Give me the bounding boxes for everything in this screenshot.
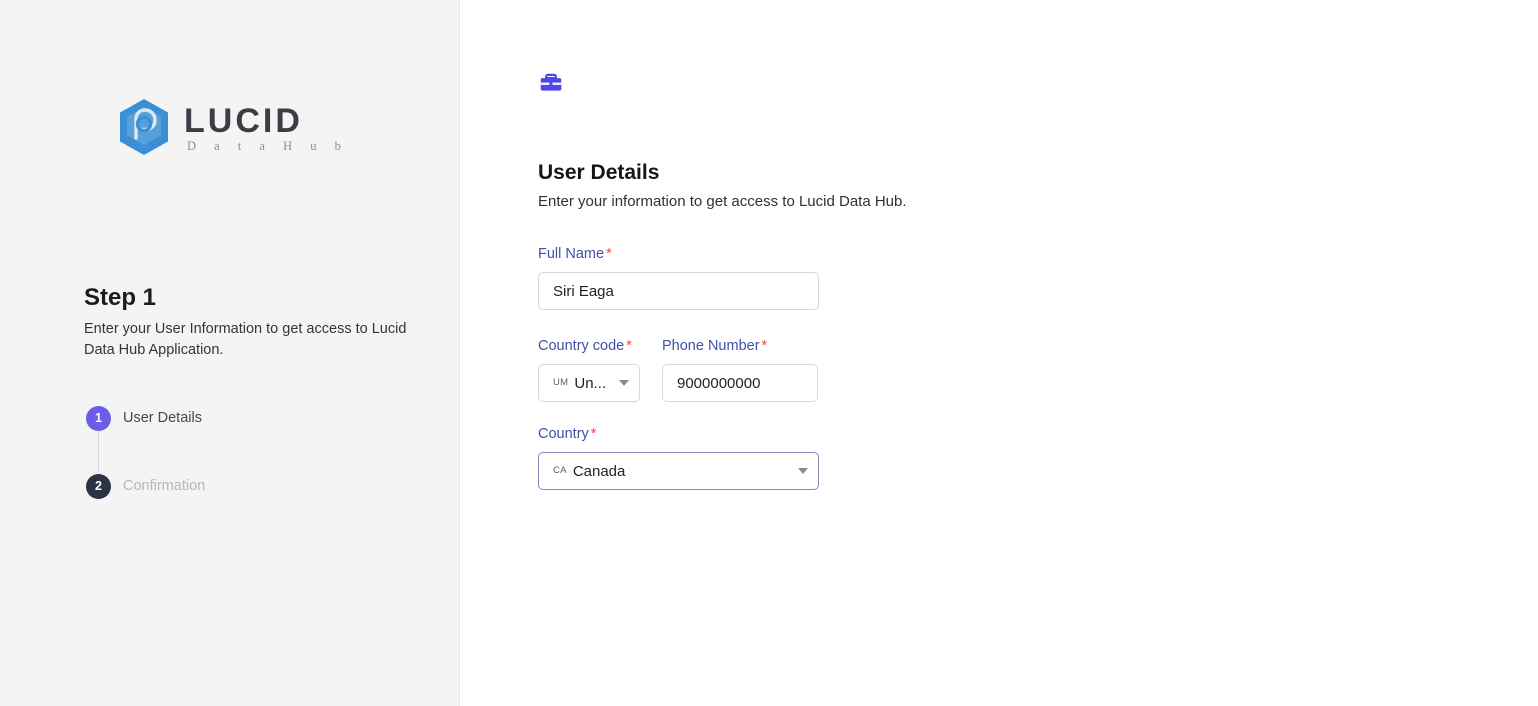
registration-wizard: LUCID D a t a H u b Step 1 Enter your Us… [0, 0, 1538, 706]
country-value: Canada [572, 463, 626, 479]
step-indicator-list: 1 User Details 2 Confirmation [86, 405, 205, 499]
hexagon-logo-icon [120, 99, 168, 155]
step-label-2: Confirmation [123, 477, 206, 494]
phone-number-input[interactable] [662, 364, 818, 403]
label-phone-number: Phone Number * [662, 336, 822, 357]
field-phone-number: Phone Number * [662, 336, 822, 403]
field-country: Country * CA Canada [538, 424, 938, 491]
step-description: Enter your User Information to get acces… [84, 320, 407, 358]
field-full-name: Full Name * [538, 244, 938, 311]
step-label-1: User Details [123, 409, 202, 426]
step-connector-line [98, 431, 99, 473]
page-subtitle: Enter your information to get access to … [538, 193, 907, 210]
country-code-select[interactable]: UM Un... [538, 364, 640, 403]
main-panel: User Details Enter your information to g… [460, 0, 1538, 706]
country-iso: CA [553, 465, 567, 477]
sidebar: LUCID D a t a H u b Step 1 Enter your Us… [0, 0, 460, 706]
country-code-value: Un... [574, 375, 607, 391]
briefcase-icon [540, 73, 562, 91]
phone-row: Country code * UM Un... Phone Number * [538, 336, 938, 403]
brand-logo: LUCID D a t a H u b [118, 98, 348, 156]
field-country-code: Country code * UM Un... [538, 336, 640, 403]
required-marker-phone-number: * [761, 338, 768, 355]
country-select[interactable]: CA Canada [538, 452, 819, 491]
chevron-down-icon [798, 468, 808, 475]
sidebar-step-confirmation[interactable]: 2 Confirmation [86, 473, 205, 499]
label-country-code: Country code * [538, 336, 638, 357]
brand-name: LUCID [184, 101, 303, 140]
user-details-form: Full Name* Country code* UM Un... Phone … [538, 244, 938, 491]
label-country-code-text: Country code [538, 338, 625, 355]
full-name-input[interactable] [538, 272, 819, 311]
label-phone-number-text: Phone Number [662, 338, 760, 355]
step-number-badge-1: 1 [86, 405, 111, 431]
step-number-badge-2: 2 [86, 473, 111, 499]
required-marker-country: * [590, 426, 597, 443]
label-country-text: Country [538, 426, 589, 443]
page-title: User Details [538, 161, 660, 185]
country-code-iso: UM [553, 377, 569, 389]
chevron-down-icon [619, 380, 629, 387]
label-full-name-text: Full Name [538, 246, 605, 262]
label-country: Country * [538, 424, 938, 445]
required-marker-full-name: * [606, 246, 612, 262]
label-full-name: Full Name * [538, 244, 938, 265]
step-heading: Step 1 [84, 284, 157, 312]
brand-tagline: D a t a H u b [187, 138, 349, 153]
sidebar-step-user-details[interactable]: 1 User Details [86, 405, 205, 431]
required-marker-country-code: * [626, 338, 632, 355]
brand-wordmark: LUCID D a t a H u b [184, 102, 348, 153]
